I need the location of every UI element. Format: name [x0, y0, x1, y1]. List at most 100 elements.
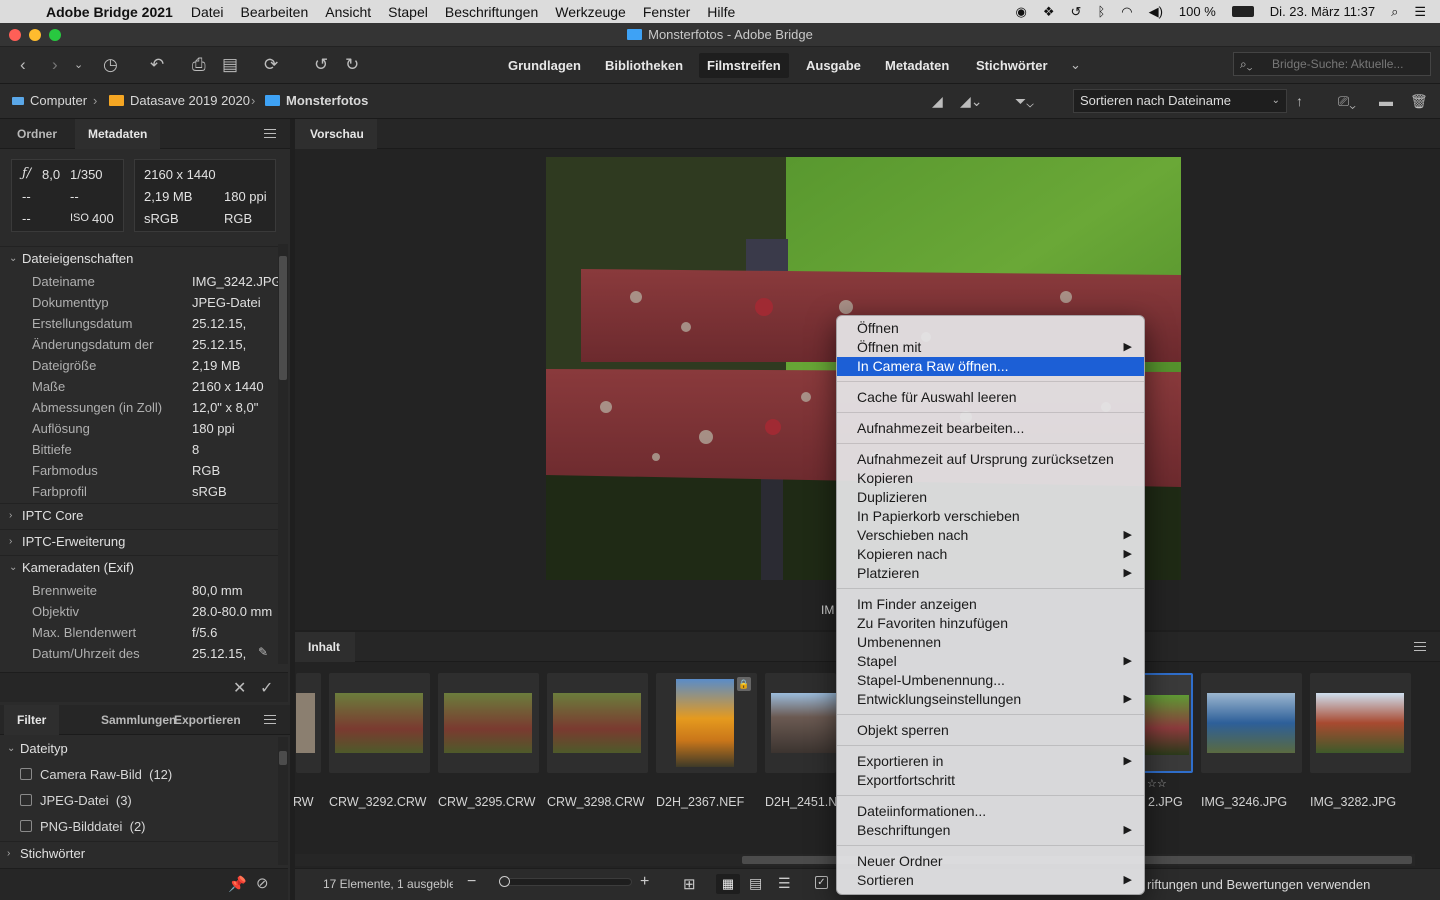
trash-icon[interactable]: 🗑 [1410, 91, 1428, 111]
spotlight-icon[interactable]: ⌕ [1391, 4, 1398, 20]
context-menu-item[interactable]: Duplizieren [837, 488, 1144, 507]
clear-filter-icon[interactable]: ⊘ [256, 874, 269, 892]
section-iptc-erweiterung[interactable]: › IPTC-Erweiterung [0, 529, 278, 553]
context-menu-item[interactable]: Neuer Ordner [837, 852, 1144, 871]
context-menu-item[interactable]: Beschriftungen ▶ [837, 821, 1144, 840]
metadata-value[interactable]: 25.12.15, [192, 334, 278, 355]
zoom-in-icon[interactable]: + [640, 873, 649, 891]
thumbnail-selected[interactable]: ☆☆ [1143, 673, 1193, 790]
panel-menu-icon[interactable] [264, 129, 276, 138]
context-menu-item[interactable]: Dateiinformationen... [837, 802, 1144, 821]
panel-menu-icon[interactable] [264, 715, 276, 724]
context-menu-item[interactable]: In Papierkorb verschieben [837, 507, 1144, 526]
workspace-bibliotheken[interactable]: Bibliotheken [597, 53, 691, 78]
breadcrumb-monsterfotos[interactable]: Monsterfotos [265, 93, 368, 108]
metadata-value[interactable]: sRGB [192, 481, 278, 502]
bridge-search-input[interactable]: ⌕⌄ Bridge-Suche: Aktuelle... [1233, 52, 1431, 76]
thumbnail[interactable] [1310, 673, 1411, 773]
metadata-value[interactable]: 28.0-80.0 mm [192, 601, 278, 622]
context-menu-item[interactable]: Aufnahmezeit auf Ursprung zurücksetzen [837, 450, 1144, 469]
context-menu-item[interactable]: Platzieren ▶ [837, 564, 1144, 583]
wifi-icon[interactable]: ◠ [1121, 4, 1132, 20]
refine-icon[interactable]: ▤ [222, 55, 238, 75]
context-menu-item[interactable]: Kopieren [837, 469, 1144, 488]
recent-history-icon[interactable]: ◷ [103, 55, 118, 75]
metadata-scroll-thumb[interactable] [279, 256, 287, 380]
workspace-ausgabe[interactable]: Ausgabe [798, 53, 869, 78]
chevron-down-icon[interactable]: ⌄ [74, 55, 83, 75]
metadata-value[interactable]: 80,0 mm [192, 580, 278, 601]
thumbnail[interactable] [765, 673, 836, 773]
context-menu-item[interactable]: Stapel ▶ [837, 652, 1144, 671]
panel-menu-icon[interactable] [1414, 642, 1426, 651]
metadata-value[interactable]: 12,0" x 8,0" [192, 397, 278, 418]
sync-icon[interactable]: ⟳ [264, 55, 278, 75]
menu-stapel[interactable]: Stapel [388, 4, 428, 20]
context-menu-item[interactable]: Zu Favoriten hinzufügen [837, 614, 1144, 633]
rotate-right-icon[interactable]: ↻ [345, 55, 359, 75]
checkbox[interactable] [20, 820, 32, 832]
context-menu-item[interactable]: Öffnen mit ▶ [837, 338, 1144, 357]
metadata-value[interactable]: 2,19 MB [192, 355, 278, 376]
menu-hilfe[interactable]: Hilfe [707, 4, 735, 20]
workspace-grundlagen[interactable]: Grundlagen [500, 53, 589, 78]
filter-camera-raw[interactable]: Camera Raw-Bild (12) [20, 763, 172, 787]
time-machine-icon[interactable]: ↺ [1071, 4, 1082, 20]
sort-ascending-icon[interactable]: ↑ [1296, 91, 1303, 111]
show-items-checkbox[interactable]: ✓ [815, 876, 828, 889]
bluetooth-icon[interactable]: ᛒ [1097, 4, 1105, 19]
metadata-value[interactable]: f/5.6 [192, 622, 278, 643]
context-menu-item[interactable]: Öffnen [837, 319, 1144, 338]
quality-options-icon[interactable]: ◢⌄ [960, 91, 983, 111]
menu-werkzeuge[interactable]: Werkzeuge [555, 4, 626, 20]
metadata-scrollbar[interactable] [278, 244, 288, 664]
edit-pencil-icon[interactable]: ✎ [258, 645, 268, 659]
workspace-filmstreifen[interactable]: Filmstreifen [699, 53, 789, 78]
volume-icon[interactable]: ◀) [1149, 4, 1163, 20]
thumbnail-size-slider[interactable] [499, 876, 632, 887]
menu-fenster[interactable]: Fenster [643, 4, 690, 20]
slider-handle[interactable] [499, 876, 510, 887]
minimize-window-button[interactable] [29, 29, 41, 41]
tab-exportieren[interactable]: Exportieren [161, 705, 254, 735]
tab-metadaten[interactable]: Metadaten [75, 119, 161, 149]
menu-bearbeiten[interactable]: Bearbeiten [241, 4, 309, 20]
camera-import-icon[interactable]: ⎙ [192, 55, 206, 75]
breadcrumb-computer[interactable]: Computer [12, 93, 87, 108]
close-window-button[interactable] [9, 29, 21, 41]
rating-stars-icon[interactable]: ☆☆ [1147, 777, 1167, 790]
context-menu-item[interactable]: Aufnahmezeit bearbeiten... [837, 419, 1144, 438]
creative-cloud-icon[interactable]: ◉ [1016, 4, 1027, 20]
metadata-value[interactable]: RGB [192, 460, 278, 481]
list-view-icon[interactable]: ☰ [778, 875, 791, 892]
thumbnail[interactable] [296, 673, 321, 773]
menu-datei[interactable]: Datei [191, 4, 224, 20]
cancel-icon[interactable]: ✕ [233, 678, 246, 698]
dropbox-icon[interactable]: ❖ [1043, 4, 1055, 20]
control-center-icon[interactable]: ☰ [1414, 4, 1426, 20]
context-menu-item[interactable]: Umbenennen [837, 633, 1144, 652]
metadata-value[interactable]: 25.12.15, [192, 313, 278, 334]
thumbnail[interactable] [1201, 673, 1302, 773]
metadata-value[interactable]: IMG_3242.JPG [192, 271, 278, 292]
filter-scroll-thumb[interactable] [279, 751, 287, 765]
context-menu-item[interactable]: Sortieren ▶ [837, 871, 1144, 890]
context-menu-item[interactable]: In Camera Raw öffnen... [837, 357, 1144, 376]
tab-vorschau[interactable]: Vorschau [295, 119, 377, 149]
section-kameradaten[interactable]: ⌄ Kameradaten (Exif) [0, 555, 278, 579]
tab-inhalt[interactable]: Inhalt [295, 632, 355, 662]
pin-icon[interactable]: 📌 [228, 875, 247, 893]
apply-check-icon[interactable]: ✓ [260, 678, 273, 698]
context-menu-item[interactable]: Stapel-Umbenennung... [837, 671, 1144, 690]
thumbnail[interactable] [329, 673, 430, 773]
grid-lock-icon[interactable]: ⊞ [683, 875, 696, 893]
rotate-left-icon[interactable]: ↺ [314, 55, 328, 75]
thumbnail[interactable]: 🔒 [656, 673, 757, 773]
breadcrumb-datasave[interactable]: Datasave 2019 2020 [109, 93, 250, 108]
workspace-metadaten[interactable]: Metadaten [877, 53, 957, 78]
checkbox[interactable] [20, 768, 32, 780]
zoom-out-icon[interactable]: − [467, 873, 476, 891]
metadata-value[interactable]: 180 ppi [192, 418, 278, 439]
more-workspaces-chevron-icon[interactable]: ⌄ [1070, 55, 1081, 75]
filter-scrollbar[interactable] [278, 737, 288, 865]
